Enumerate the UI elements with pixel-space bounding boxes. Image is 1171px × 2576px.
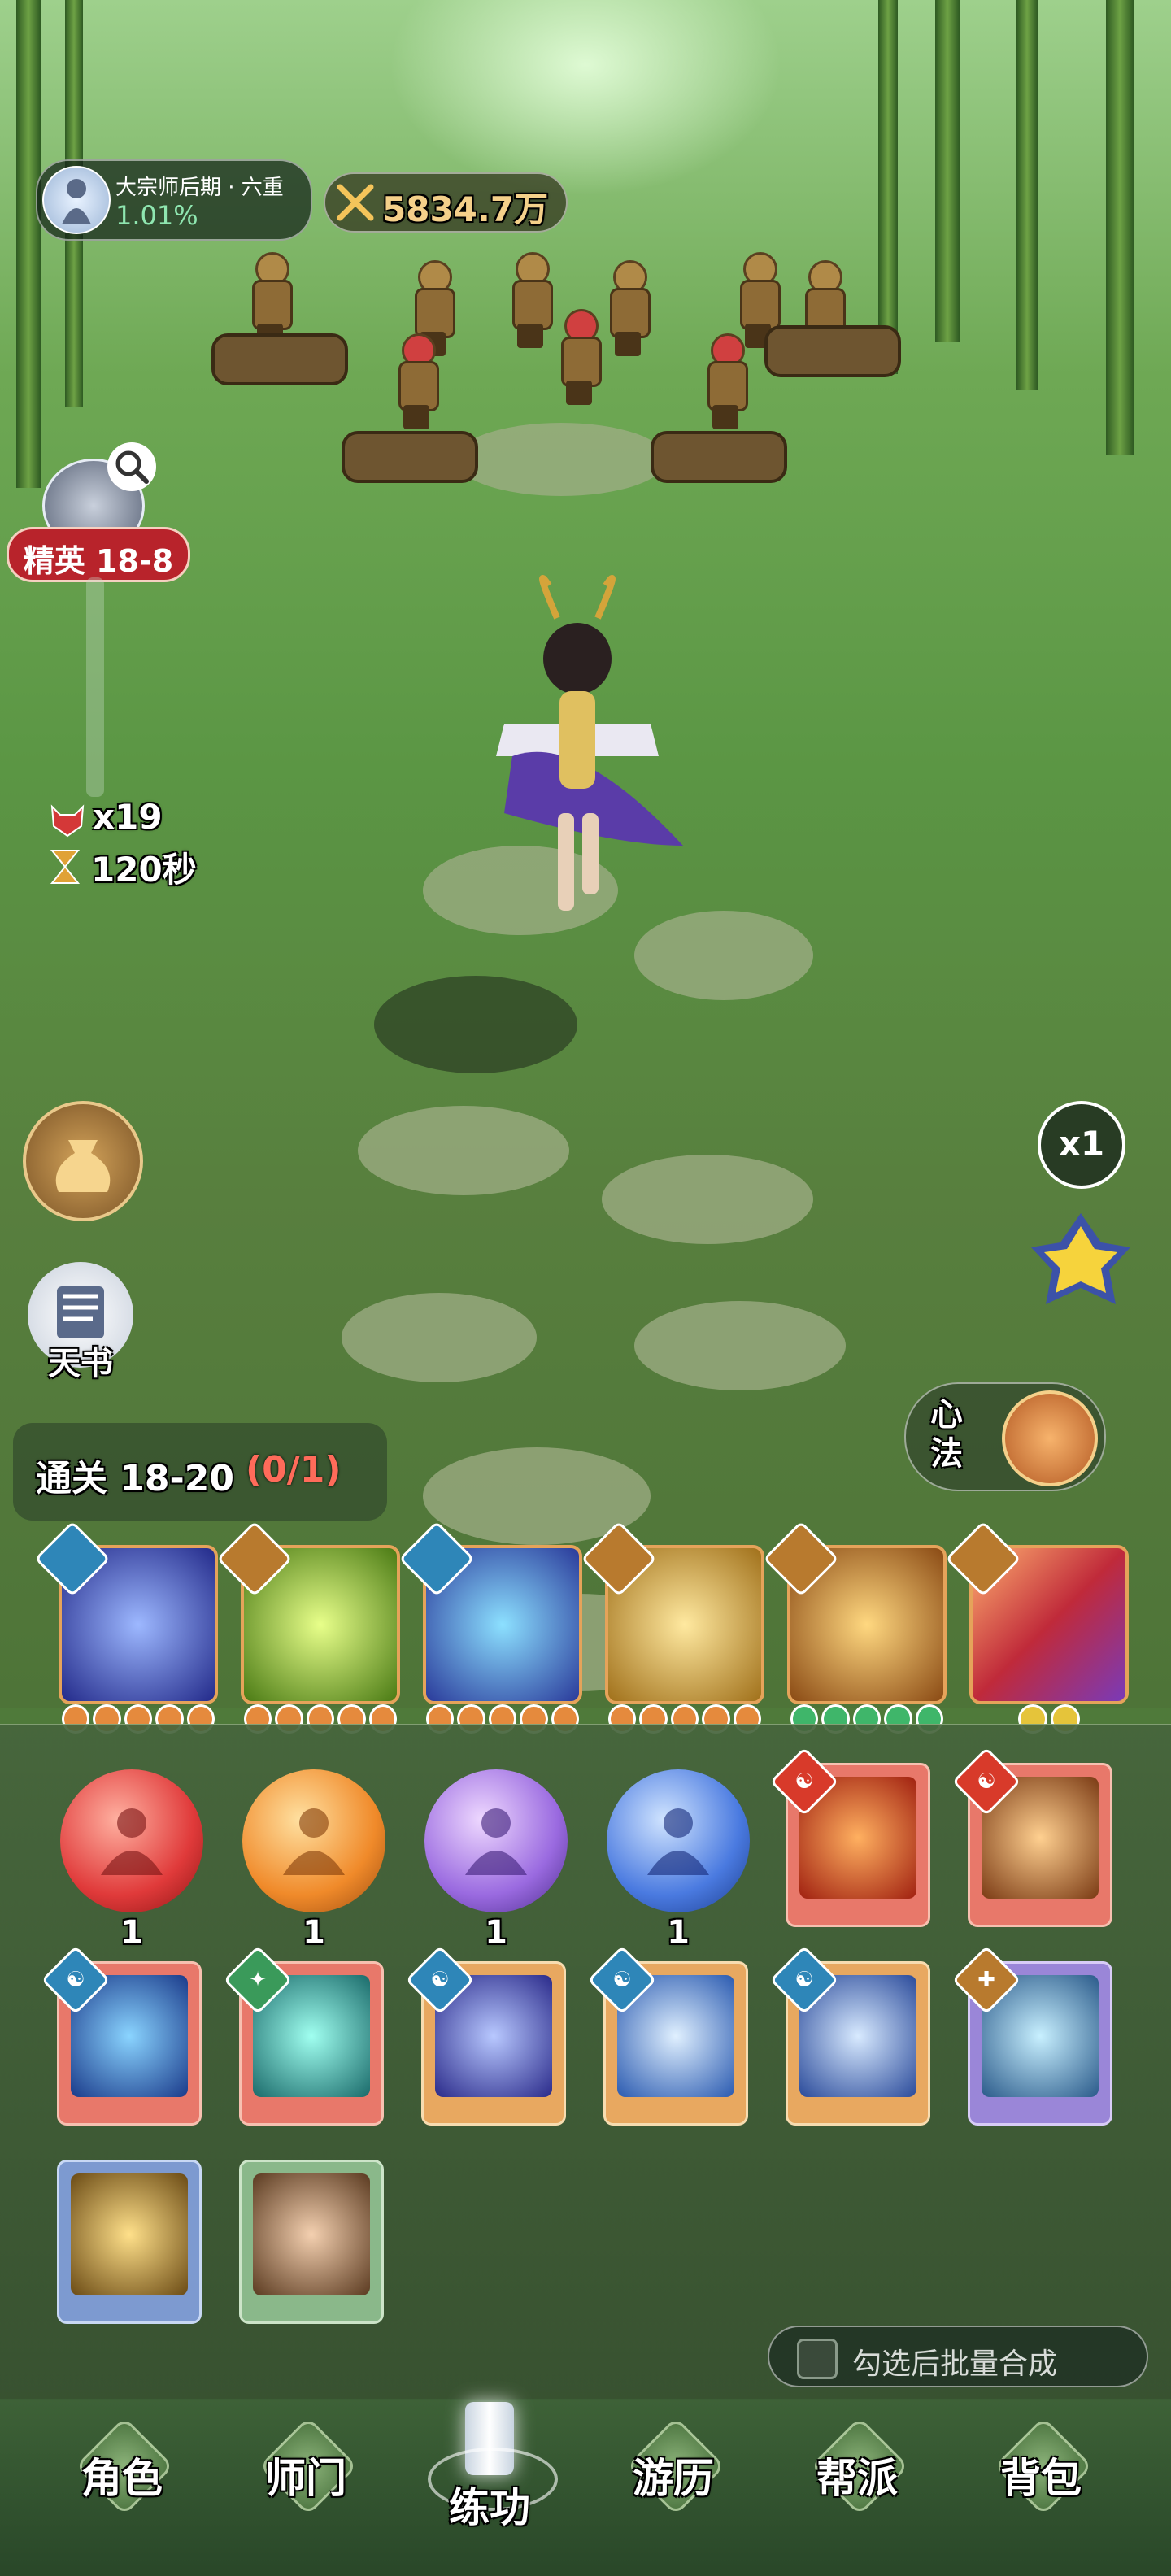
- enemy-soldier: [602, 260, 654, 358]
- skill-slot-1[interactable]: [34, 1521, 218, 1734]
- batch-merge-toggle[interactable]: 勾选后批量合成: [768, 2326, 1148, 2387]
- orb-count: 1: [303, 1914, 325, 1952]
- hero-character: [496, 575, 683, 911]
- bamboo-stalk: [878, 0, 898, 374]
- meditating-figure-icon: [465, 1808, 527, 1875]
- realm-progress: 1.01%: [115, 200, 198, 231]
- nav-label: 师门: [265, 2455, 346, 2502]
- quest-progress: (0/1): [246, 1449, 342, 1490]
- skill-inventory-panel: 1 1 1 1 ☯ ☯ ☯ ✦ ☯ ☯ ☯ ✚ 勾选后批量合成: [0, 1724, 1171, 2400]
- skill-slot-4[interactable]: [581, 1521, 764, 1734]
- nav-guild[interactable]: 帮派: [784, 2417, 930, 2545]
- nav-training[interactable]: 练功: [416, 2402, 563, 2545]
- praying-hands-skill-icon: [253, 2174, 370, 2295]
- nav-label: 游历: [633, 2455, 714, 2502]
- enemy-soldier: [504, 252, 556, 350]
- combat-power-panel: 5834.7万: [324, 172, 568, 233]
- batch-merge-checkbox[interactable]: [797, 2339, 838, 2379]
- nav-backpack[interactable]: 背包: [968, 2417, 1114, 2545]
- treasure-bag-button[interactable]: [23, 1101, 143, 1221]
- enemy-cart: [211, 333, 348, 385]
- enemy-cart: [651, 431, 787, 483]
- bamboo-stalk: [16, 0, 41, 488]
- bamboo-stalk: [1016, 0, 1038, 390]
- skill-card[interactable]: ☯: [405, 1945, 566, 2126]
- realm-figure-icon: [62, 179, 91, 224]
- equipped-skill-bar: [0, 1521, 1171, 1734]
- path-stone: [634, 1301, 846, 1390]
- meditating-figure-icon: [101, 1808, 163, 1875]
- heavenly-book-label: 天书: [48, 1345, 113, 1382]
- bamboo-stalk: [1106, 0, 1134, 455]
- path-stone: [602, 1155, 813, 1244]
- quest-bar[interactable]: 通关 18-20 (0/1): [13, 1423, 387, 1521]
- nav-label: 背包: [1000, 2455, 1082, 2502]
- nav-label: 练功: [449, 2484, 530, 2531]
- orb-count: 1: [120, 1914, 143, 1952]
- enemy-cart: [764, 325, 901, 377]
- skill-card[interactable]: ☯: [587, 1945, 748, 2126]
- skill-card[interactable]: [57, 2160, 202, 2324]
- enemy-soldier: [699, 333, 751, 431]
- combat-power-value: 5834.7万: [382, 189, 549, 229]
- golden-pillars-skill-icon: [71, 2174, 188, 2295]
- orb-count: 1: [667, 1914, 690, 1952]
- orange-essence-orb[interactable]: 1: [242, 1769, 385, 1952]
- realm-title: 大宗师后期 · 六重: [115, 176, 284, 200]
- timer-value: 120秒: [91, 850, 197, 890]
- skill-slot-3[interactable]: [398, 1521, 582, 1734]
- enemy-cart: [342, 431, 478, 483]
- magnifier-icon: [107, 442, 156, 491]
- bottom-nav: 角色 师门 练功 游历 帮派 背包: [0, 2399, 1171, 2576]
- hero-shadow: [374, 976, 577, 1073]
- speed-label: x1: [1058, 1124, 1105, 1164]
- kill-count: x19: [93, 797, 163, 837]
- stage-label: 精英 18-8: [23, 543, 174, 579]
- nav-character[interactable]: 角色: [49, 2417, 195, 2545]
- batch-merge-label: 勾选后批量合成: [852, 2348, 1058, 2381]
- heart-method-panel[interactable]: 心法: [904, 1382, 1106, 1491]
- skill-card[interactable]: ☯: [769, 1945, 930, 2126]
- realm-avatar: [42, 166, 111, 234]
- nav-label: 帮派: [816, 2455, 898, 2502]
- blue-essence-orb[interactable]: 1: [607, 1769, 750, 1952]
- nav-sect[interactable]: 师门: [233, 2417, 379, 2545]
- star-icon: [1031, 1213, 1130, 1304]
- stage-badge: 精英 18-8: [7, 527, 190, 582]
- demon-mask-icon: [49, 803, 86, 838]
- meditating-figure-icon: [283, 1808, 345, 1875]
- star-buff-button[interactable]: [1028, 1210, 1134, 1316]
- enemy-soldier: [553, 309, 605, 407]
- heart-method-portrait: [1002, 1390, 1098, 1486]
- quest-text: 通关 18-20: [36, 1458, 235, 1499]
- skill-card[interactable]: ☯: [769, 1747, 930, 1927]
- skill-card[interactable]: ☯: [41, 1945, 202, 2126]
- realm-panel[interactable]: 大宗师后期 · 六重 1.01%: [36, 159, 312, 241]
- path-stone: [342, 1293, 537, 1382]
- skill-card[interactable]: ☯: [951, 1747, 1112, 1927]
- bamboo-stalk: [935, 0, 960, 342]
- speed-toggle-button[interactable]: x1: [1038, 1101, 1125, 1189]
- red-essence-orb[interactable]: 1: [60, 1769, 203, 1952]
- orb-count: 1: [485, 1914, 507, 1952]
- skill-card[interactable]: [239, 2160, 384, 2324]
- skill-card[interactable]: ✚: [951, 1945, 1112, 2126]
- heart-method-label: 心法: [930, 1396, 963, 1473]
- path-stone: [455, 423, 667, 496]
- skill-slot-5[interactable]: [763, 1521, 947, 1734]
- heavenly-book-button[interactable]: 天书: [28, 1262, 133, 1382]
- path-stone: [358, 1106, 569, 1195]
- purple-essence-orb[interactable]: 1: [424, 1769, 568, 1952]
- stage-progress-track: [86, 577, 104, 797]
- money-bag-icon: [55, 1140, 111, 1192]
- nav-travel[interactable]: 游历: [600, 2417, 747, 2545]
- skill-slot-2[interactable]: [216, 1521, 400, 1734]
- meditating-figure-icon: [647, 1808, 709, 1875]
- skill-card[interactable]: ✦: [223, 1945, 384, 2126]
- nav-label: 角色: [81, 2455, 163, 2502]
- enemy-soldier: [390, 333, 442, 431]
- skill-slot-6[interactable]: [945, 1521, 1129, 1734]
- crossed-swords-icon: [335, 184, 376, 221]
- hourglass-icon: [49, 849, 81, 885]
